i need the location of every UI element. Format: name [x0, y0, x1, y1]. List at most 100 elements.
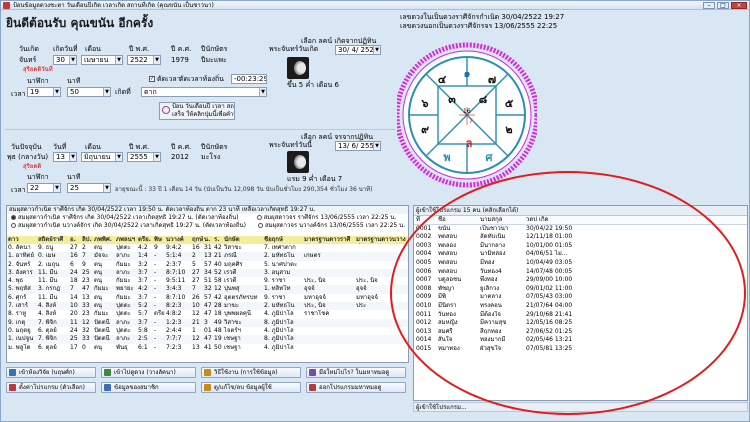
- current-lagna-select[interactable]: 13/ 6/ 2555 ▼: [335, 141, 381, 151]
- age-text: อายุขณะนี้ : 33 ปี 1 เดือน 14 วัน (นับเป…: [115, 186, 373, 193]
- action-button-5[interactable]: ข้อมูลของสมาชิก: [101, 382, 196, 393]
- user-cell: มีความสุข: [480, 319, 507, 327]
- user-cell: 0010: [416, 301, 432, 309]
- planet-cell: [303, 319, 355, 327]
- welcome-title: ยินดีต้อนรับ คุณขนัน อีกครั้ง: [6, 16, 154, 30]
- user-row[interactable]: 0002 ทดสอบ ลัดทับเนิม 12/11/18 01:00: [414, 233, 747, 242]
- user-cell: วันทอง4: [480, 267, 502, 275]
- planet-cell: 2. มหัทธโน: [264, 302, 295, 310]
- user-cell: วันทอง: [438, 310, 456, 318]
- chart-info-line2: เลขดวงนอกเป็นดวงราศีจักรจร 13/06/2555 22…: [400, 22, 558, 30]
- birth-hour-select[interactable]: 19 ▼: [27, 87, 61, 97]
- radio-transit-navamsa[interactable]: สมผุสดาวจร นวางค์จักร 13/06/2555 เวลา 22…: [257, 222, 405, 230]
- user-row[interactable]: 0003 ทดลอง มีนากลาง 10/01/00 01:05: [414, 242, 747, 251]
- action-button-3[interactable]: มือใหม่ไปไร? ในมหาทมอดู: [306, 367, 406, 378]
- action-button-6[interactable]: ดู/แก้ไข/ลบ ข้อมูลผู้ใช้: [201, 382, 301, 393]
- planet-row[interactable]: 3. อังคาร 11. มีน 24 25 ตนุ ลาภะ 3:7- 8:7:10 27 3…: [7, 268, 408, 278]
- planet-row[interactable]: 5. พฤหัส 3. กรกฎ 7 47 กัมมะ พยายะ 4:2- 3:4:3 7 32…: [7, 285, 408, 294]
- planet-cell: 12: [192, 310, 200, 318]
- current-hour-select[interactable]: 22 ▼: [27, 183, 61, 193]
- current-month-select[interactable]: มิถุนายน ▼: [81, 152, 123, 162]
- adjust-input[interactable]: -00:23:29: [231, 74, 267, 84]
- user-cell: ลัดทับเนิม: [480, 233, 506, 241]
- birth-yearce-label: ปี ค.ศ.: [171, 45, 192, 53]
- birth-lagna-select[interactable]: 30/ 4/ 2522 ▼: [335, 45, 381, 55]
- planet-row[interactable]: 4. พุธ 11. มีน 18 23 ตนุ กัมมะ 3:7- 9:5:11 27 51 5…: [7, 277, 408, 285]
- user-col-0: ที่: [416, 216, 420, 223]
- planet-row[interactable]: 2. จันทร์ 2. เมถุน 6 9 ตนุ กัมมะ 3:2- 2:3:7 5 57 4…: [7, 261, 408, 269]
- user-row[interactable]: 0005 ทดสอบ มีทอง 10/04/49 03:05: [414, 259, 747, 268]
- current-month-label: เดือน: [85, 143, 101, 151]
- birth-year-select[interactable]: 2522 ▼: [127, 55, 161, 65]
- planet-cell: กัมมะ: [94, 310, 109, 318]
- radio-transit-zodiac[interactable]: สมผุสดาวจร ราศีจักร 13/06/2555 เวลา 22:2…: [256, 214, 396, 222]
- planet-cell: ประ, นิจ: [356, 277, 378, 285]
- current-year-select[interactable]: 2555 ▼: [127, 152, 161, 162]
- user-row[interactable]: 0009 มีพิ มาคลาง 07/05/43 03:00: [414, 293, 747, 302]
- planet-row[interactable]: 0. ลัคนา 9. ธนู 27 2 ตนุ ปุตตะ 4:2 9 9:4:2 16 31 42…: [7, 244, 408, 252]
- planet-cell: 11. มีน: [38, 293, 58, 301]
- current-minute-select[interactable]: 25 ▼: [67, 183, 111, 193]
- current-day-select[interactable]: 13 ▼: [53, 152, 77, 162]
- planet-cell: 1. เนปจูน: [8, 335, 34, 343]
- planet-cell: 7:7:7: [166, 335, 182, 343]
- planet-cell: [355, 261, 407, 269]
- planet-cell: 47: [204, 302, 212, 310]
- user-row[interactable]: 0011 วันทอง มีต้องใจ 29/10/68 21:41: [414, 311, 747, 320]
- birth-month-select[interactable]: เมษายน ▼: [81, 55, 123, 65]
- planet-col-0: ดาว: [8, 236, 19, 243]
- planet-cell: 4:8:2: [166, 310, 182, 318]
- user-row[interactable]: 0010 มีนิตรา ทรงคอน 21/07/64 04:00: [414, 302, 747, 311]
- planet-cell: 1. อาทิตย์: [8, 252, 34, 260]
- planet-row[interactable]: 1. เนปจูน 7. พิจิก 25 33 ปัตตนี ลาภะ 2:5- 7:7:7…: [7, 335, 408, 344]
- planet-cell: ปุตตะ: [116, 302, 131, 310]
- planet-row[interactable]: 9. เกตุ 7. พิจิก 11 12 ปัตตนี ลาภะ 3:7- 1:2:3 21…: [7, 318, 408, 327]
- planet-cell: 34: [204, 268, 212, 276]
- radio-natal-navamsa[interactable]: สมผุสดาวกำเนิด นวางค์จักร เกิด 30/04/252…: [11, 222, 246, 230]
- action-button-7[interactable]: ออกโปรแกรมมหาทมอดู: [306, 382, 406, 393]
- user-row[interactable]: 0012 สมหญิง มีความสุข 12/05/16 08:25: [414, 319, 747, 328]
- user-row[interactable]: 0013 สมศรี สีฤกทอง 27/06/52 01:25: [414, 328, 747, 337]
- planet-row[interactable]: 0. มฤตยู 6. ตุลย์ 24 32 ปัตตนี ปุตตะ 5:8- 2:4:4…: [7, 326, 408, 335]
- adjust-checkbox[interactable]: ✓ ตัดเวลา: [149, 75, 181, 84]
- horoscope-chart[interactable]: ๑ ๔ ๗๖ ๕ ๓ ๘๙ ๒ลพ ศ 16 7: [397, 33, 537, 193]
- birth-place-select[interactable]: ตาก ▼: [141, 87, 267, 97]
- user-row[interactable]: 0014 สันใจ ทองมากมี 02/05/46 13:21: [414, 336, 747, 345]
- planet-cell: 3:7: [138, 268, 148, 276]
- action-button-2[interactable]: วิธีใช้งาน (การใช้ข้อมูล): [201, 367, 301, 378]
- planet-row[interactable]: 1. อาทิตย์ 0. เมษ 16 7 มัจจะ ลาภะ 1:4- 5:1:4 2 13…: [7, 252, 408, 261]
- action-button-0[interactable]: เข้าห้องวิจัย (บฤษศ์ก): [6, 367, 96, 378]
- planet-col-7: พิษ: [154, 236, 162, 243]
- birth-zodiac-label: ปีนักษัตร: [201, 45, 228, 53]
- user-row[interactable]: 0015 หมาทอง ผัวสุขใจ 07/05/81 13:25: [414, 345, 747, 354]
- user-row[interactable]: 0001 ขนัน เป็นชาวนา 30/04/22 19:50: [414, 225, 747, 234]
- user-row[interactable]: 0008 พัชญา ยูเลิกวง 09/01/02 11:00: [414, 285, 747, 294]
- user-row[interactable]: 0006 ทดสอบ วันทอง4 14/07/48 00:05: [414, 268, 747, 277]
- radio-natal-zodiac[interactable]: สมผุสดาวกำเนิด ราศีจักร เกิด 30/04/2522 …: [11, 214, 239, 222]
- calculate-button[interactable]: ป้อน วันเดือนปี เวลา สถานที่เกิด เสร็จ ใ…: [159, 102, 235, 120]
- planet-cell: 9. เกตุ: [8, 318, 26, 326]
- maximize-button[interactable]: □: [717, 2, 729, 9]
- planet-cell: 8:7:10: [166, 293, 186, 301]
- birth-day-select[interactable]: 30 ▼: [53, 55, 77, 65]
- planet-cell: เชษฐา: [224, 335, 241, 343]
- birth-minute-select[interactable]: 50 ▼: [67, 87, 111, 97]
- planet-cell: [355, 327, 407, 335]
- planet-row[interactable]: 6. ศุกร์ 11. มีน 14 13 ตนุ กัมมะ 3:7- 8:7:10 26 5…: [7, 293, 408, 302]
- planet-cell: 21: [214, 252, 222, 260]
- planet-cell: 17: [70, 343, 78, 351]
- planet-row[interactable]: 7. เสาร์ 4. สิงห์ 10 33 ตนุ ปุตตะ 5:2- 8:2:3 10 4…: [7, 302, 408, 311]
- planet-cell: ปุตตะ: [116, 326, 131, 334]
- user-row[interactable]: 0004 ทดสอบ นามิทสอง 04/06/51 ไม่...: [414, 250, 747, 259]
- current-minute-label: นาที: [67, 173, 81, 181]
- house-label: ๗: [488, 73, 496, 86]
- close-button[interactable]: ×: [731, 2, 747, 9]
- planet-row[interactable]: ม. พลูโต 6. ตุลย์ 17 0 ตนุ พันธุ 6:1- 7:2:3 13 41…: [7, 343, 408, 352]
- action-button-4[interactable]: ตั้งค่าโปรแกรม (ตัวเลือก): [6, 382, 96, 393]
- planet-cell: 48: [214, 326, 222, 334]
- action-button-1[interactable]: เข้าไปดูดวง (วางลัคนา): [101, 367, 196, 378]
- minimize-button[interactable]: –: [703, 2, 715, 9]
- user-row[interactable]: 0007 บดูลอชน พึงทอง 29/09/00 10:00: [414, 276, 747, 285]
- planet-row[interactable]: 8. ราหู 4. สิงห์ 20 23 กัมมะ ปุตตะ 5:7 ตรีย 4:8:…: [7, 310, 408, 318]
- current-yearbe-label: ปี พ.ศ.: [129, 143, 150, 151]
